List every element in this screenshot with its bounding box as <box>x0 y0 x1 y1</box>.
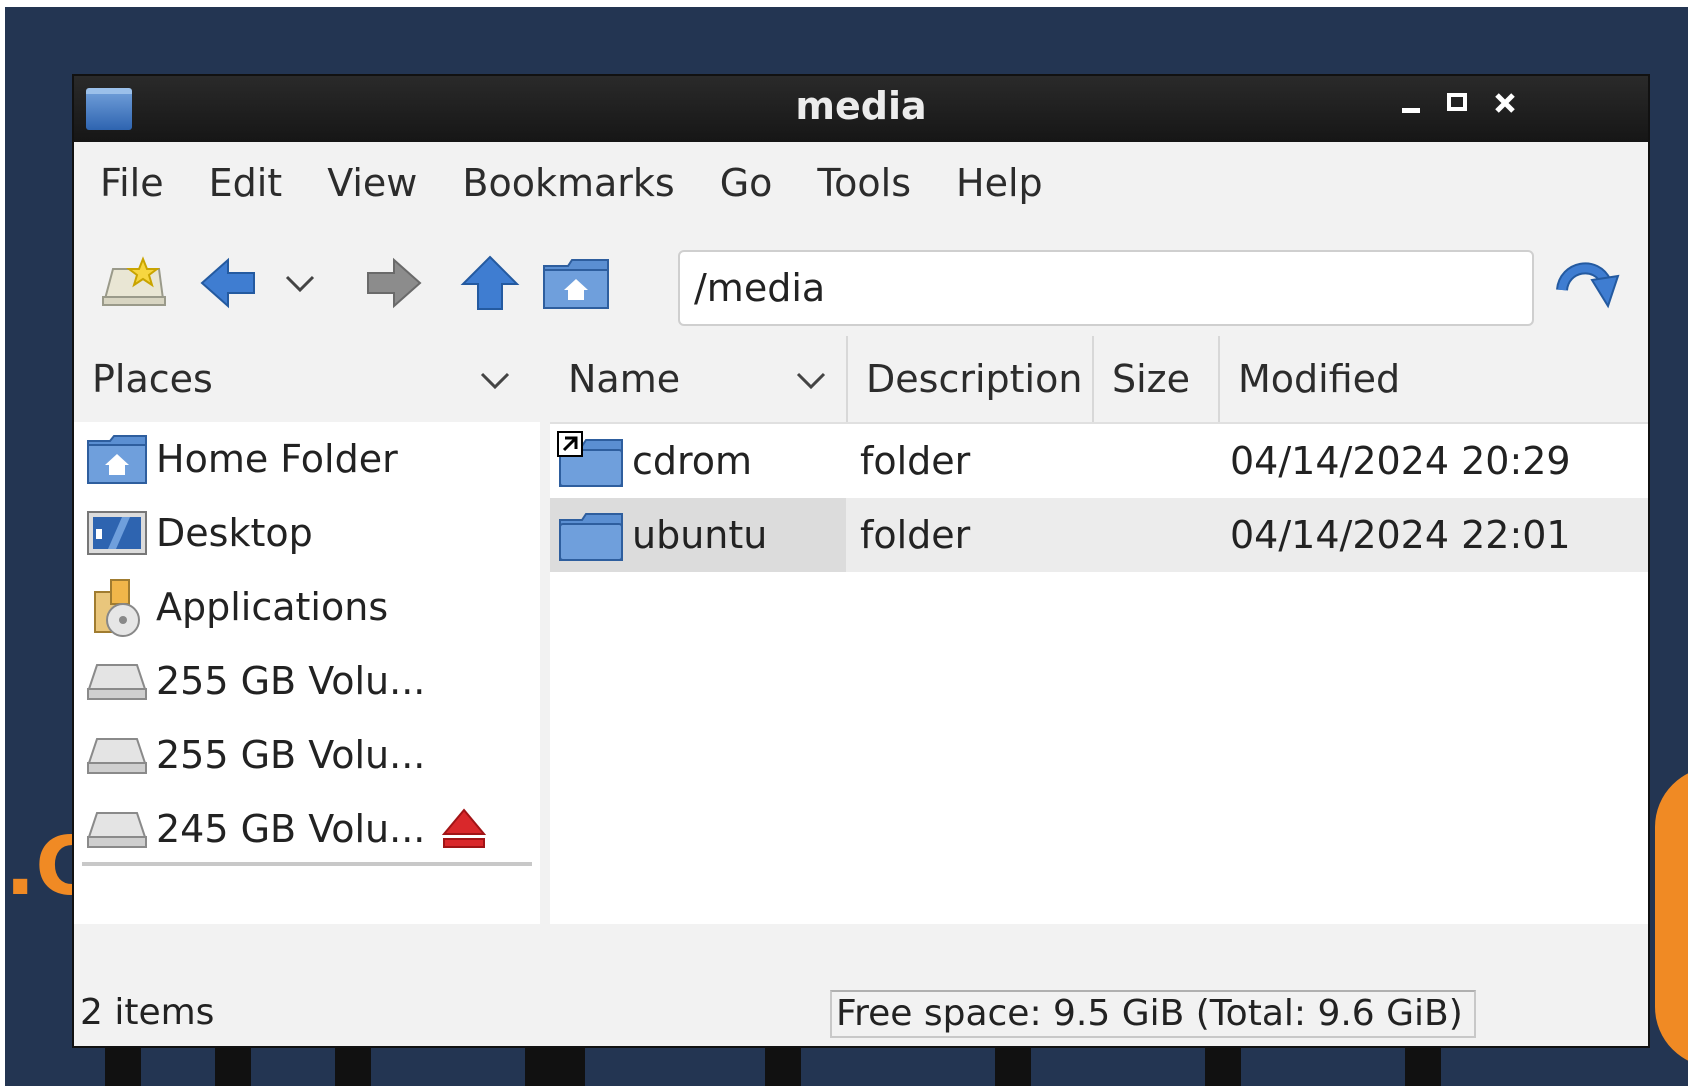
eject-icon[interactable] <box>440 806 488 859</box>
toolbar: /media <box>74 224 1648 336</box>
column-label: Size <box>1112 357 1191 401</box>
file-modified: 04/14/2024 22:01 <box>1230 513 1571 557</box>
applications-icon <box>84 576 150 638</box>
title-bar[interactable]: media <box>74 76 1648 142</box>
file-name: cdrom <box>632 439 753 483</box>
column-label: Description <box>866 357 1083 401</box>
menu-file[interactable]: File <box>100 161 164 205</box>
go-icon[interactable] <box>1552 252 1624 314</box>
column-modified[interactable]: Modified <box>1220 336 1560 422</box>
place-volume-1[interactable]: 255 GB Volu... <box>74 644 540 718</box>
location-bar[interactable]: /media <box>678 250 1534 326</box>
file-name: ubuntu <box>632 513 768 557</box>
drive-icon <box>84 798 150 860</box>
home-folder-icon <box>84 428 150 490</box>
place-label: Applications <box>156 585 389 629</box>
place-label: 255 GB Volu... <box>156 659 426 703</box>
menu-go[interactable]: Go <box>720 161 773 205</box>
menu-bookmarks[interactable]: Bookmarks <box>462 161 674 205</box>
file-name-cell[interactable]: ubuntu <box>550 498 846 572</box>
menu-bar: File Edit View Bookmarks Go Tools Help <box>74 142 1648 224</box>
drive-icon <box>84 650 150 712</box>
file-manager-window: media File Edit View Bookmarks Go Tools … <box>72 74 1650 1048</box>
places-title: Places <box>92 357 213 401</box>
column-label: Name <box>568 357 681 401</box>
column-name[interactable]: Name <box>550 336 848 422</box>
place-label: 245 GB Volu... <box>156 807 426 851</box>
places-list: Home Folder Desktop Applications 255 GB … <box>74 422 540 924</box>
back-icon[interactable] <box>192 252 264 314</box>
free-space: Free space: 9.5 GiB (Total: 9.6 GiB) <box>830 990 1476 1038</box>
place-desktop[interactable]: Desktop <box>74 496 540 570</box>
places-divider <box>82 862 532 866</box>
places-header[interactable]: Places <box>74 336 540 422</box>
menu-view[interactable]: View <box>327 161 417 205</box>
table-row[interactable]: cdrom folder 04/14/2024 20:29 <box>550 424 1648 498</box>
place-home-folder[interactable]: Home Folder <box>74 422 540 496</box>
main-content: Places Home Folder Desktop Applications … <box>74 336 1648 924</box>
status-bar: 2 items Free space: 9.5 GiB (Total: 9.6 … <box>74 984 1648 1046</box>
place-label: Desktop <box>156 511 313 555</box>
menu-help[interactable]: Help <box>956 161 1043 205</box>
maximize-icon[interactable] <box>1438 88 1478 128</box>
place-volume-2[interactable]: 255 GB Volu... <box>74 718 540 792</box>
desktop-icon <box>84 502 150 564</box>
sort-chevron-down-icon[interactable] <box>794 357 828 401</box>
home-icon[interactable] <box>540 252 612 314</box>
file-list: Name Description Size Modified cdrom fol… <box>550 336 1648 924</box>
place-applications[interactable]: Applications <box>74 570 540 644</box>
chevron-down-icon[interactable] <box>478 357 512 401</box>
menu-tools[interactable]: Tools <box>817 161 911 205</box>
up-icon[interactable] <box>454 252 526 314</box>
drive-icon <box>84 724 150 786</box>
close-icon[interactable] <box>1486 88 1526 128</box>
item-count: 2 items <box>80 992 215 1033</box>
place-label: 255 GB Volu... <box>156 733 426 777</box>
new-tab-icon[interactable] <box>98 252 170 314</box>
folder-link-icon <box>556 430 628 492</box>
column-headers: Name Description Size Modified <box>550 336 1648 424</box>
column-label: Modified <box>1238 357 1401 401</box>
column-description[interactable]: Description <box>848 336 1094 422</box>
file-description: folder <box>860 513 971 557</box>
forward-icon[interactable] <box>358 252 430 314</box>
place-volume-3[interactable]: 245 GB Volu... <box>74 792 540 866</box>
column-size[interactable]: Size <box>1094 336 1220 422</box>
folder-icon <box>556 504 628 566</box>
places-pane: Places Home Folder Desktop Applications … <box>74 336 540 924</box>
file-description: folder <box>860 439 971 483</box>
file-modified: 04/14/2024 20:29 <box>1230 439 1571 483</box>
place-label: Home Folder <box>156 437 398 481</box>
menu-edit[interactable]: Edit <box>209 161 283 205</box>
minimize-icon[interactable] <box>1392 88 1432 128</box>
history-dropdown-icon[interactable] <box>272 252 328 314</box>
file-name-cell[interactable]: cdrom <box>550 424 846 498</box>
table-row[interactable]: ubuntu folder 04/14/2024 22:01 <box>550 498 1648 572</box>
